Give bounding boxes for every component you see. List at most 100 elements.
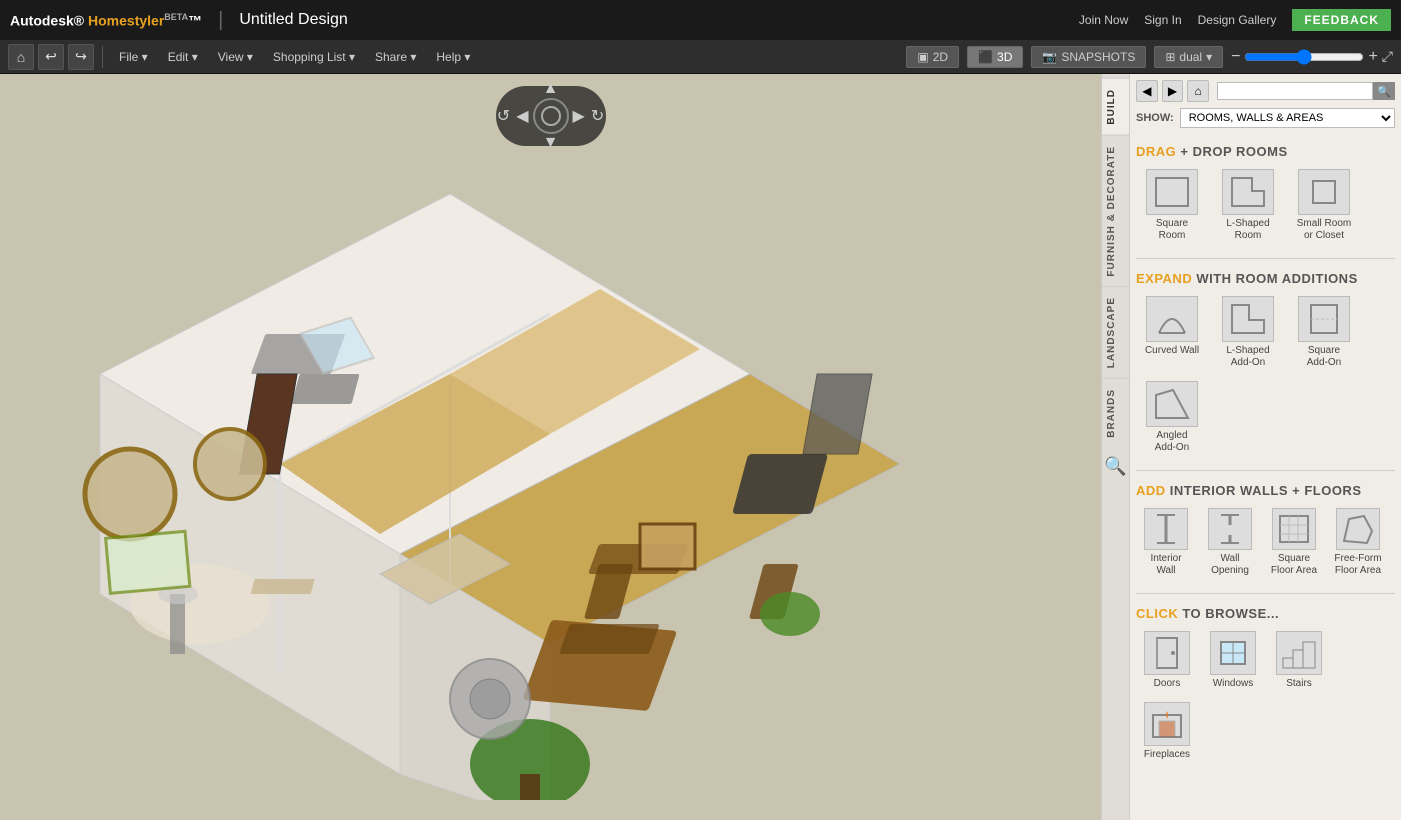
fireplaces-label: Fireplaces xyxy=(1144,749,1190,761)
click-label: CLICK xyxy=(1136,606,1178,621)
autodesk-label: Autodesk xyxy=(10,12,74,28)
zoom-slider[interactable] xyxy=(1244,49,1364,65)
small-room-label: Small Roomor Closet xyxy=(1297,218,1351,242)
homestyler-label: Homestyler xyxy=(88,12,164,28)
l-shaped-room-icon xyxy=(1222,169,1274,215)
angled-add-icon xyxy=(1146,381,1198,427)
fireplaces-icon xyxy=(1144,702,1190,746)
windows-item[interactable]: Windows xyxy=(1202,627,1264,694)
small-room-item[interactable]: Small Roomor Closet xyxy=(1288,165,1360,246)
camera-icon: 📷 xyxy=(1042,50,1057,64)
panel-forward-button[interactable]: ▶ xyxy=(1162,80,1184,102)
interior-label: INTERIOR WALLS + FLOORS xyxy=(1170,483,1362,498)
canvas-area[interactable]: ↺ ▲ ◀ ▶ ▼ ↻ xyxy=(0,74,1101,820)
l-shaped-room-item[interactable]: L-ShapedRoom xyxy=(1212,165,1284,246)
stairs-icon xyxy=(1276,631,1322,675)
join-now-link[interactable]: Join Now xyxy=(1079,13,1128,27)
dual-button[interactable]: ⊞ dual ▾ xyxy=(1154,46,1223,68)
curved-wall-item[interactable]: Curved Wall xyxy=(1136,292,1208,373)
square-floor-label: SquareFloor Area xyxy=(1271,553,1317,577)
panel-search-icon[interactable]: 🔍 xyxy=(1096,448,1134,485)
file-menu[interactable]: File ▾ xyxy=(111,46,156,68)
toolbar-separator-1 xyxy=(102,46,103,68)
rooms-label: ROOMS xyxy=(1236,144,1288,159)
l-shaped-add-item[interactable]: L-ShapedAdd-On xyxy=(1212,292,1284,373)
square-floor-item[interactable]: SquareFloor Area xyxy=(1264,504,1324,581)
browse-label: TO BROWSE... xyxy=(1182,606,1279,621)
l-shaped-add-icon xyxy=(1222,296,1274,342)
logo-autodesk: Autodesk® HomestylerBETA™ xyxy=(10,12,202,29)
doors-icon xyxy=(1144,631,1190,675)
tab-furnish[interactable]: FURNISH & DECORATE xyxy=(1102,135,1129,287)
angled-add-item[interactable]: AngledAdd-On xyxy=(1136,377,1208,458)
panel-search-submit[interactable]: 🔍 xyxy=(1373,82,1395,100)
side-tabs: BUILD FURNISH & DECORATE LANDSCAPE BRAND… xyxy=(1102,74,1130,820)
panel-search-bar: 🔍 xyxy=(1217,82,1395,100)
panel-back-button[interactable]: ◀ xyxy=(1136,80,1158,102)
stairs-label: Stairs xyxy=(1286,678,1312,690)
curved-wall-icon xyxy=(1146,296,1198,342)
undo-button[interactable]: ↩ xyxy=(38,44,64,70)
panel-content: ◀ ▶ ⌂ 🔍 SHOW: ROOMS, WALLS & AREAS WALLS… xyxy=(1130,74,1401,820)
tab-build[interactable]: BUILD xyxy=(1102,78,1129,135)
layers-icon: ⊞ xyxy=(1165,50,1175,64)
stairs-item[interactable]: Stairs xyxy=(1268,627,1330,694)
view-2d-button[interactable]: ▣ 2D xyxy=(906,46,959,68)
design-title[interactable]: Untitled Design xyxy=(239,11,348,29)
fireplaces-item[interactable]: Fireplaces xyxy=(1136,698,1198,765)
tab-landscape[interactable]: LANDSCAPE xyxy=(1102,286,1129,378)
drop-label: + DROP xyxy=(1180,144,1236,159)
redo-button[interactable]: ↪ xyxy=(68,44,94,70)
curved-wall-label: Curved Wall xyxy=(1145,345,1199,357)
expand-button[interactable]: ⤢ xyxy=(1382,48,1393,65)
square-room-item[interactable]: SquareRoom xyxy=(1136,165,1208,246)
feedback-button[interactable]: FEEDBACK xyxy=(1292,9,1391,31)
help-menu[interactable]: Help ▾ xyxy=(428,46,478,68)
wall-opening-item[interactable]: WallOpening xyxy=(1200,504,1260,581)
interior-wall-item[interactable]: InteriorWall xyxy=(1136,504,1196,581)
floors-grid: InteriorWall WallOpening xyxy=(1136,504,1395,581)
square-add-item[interactable]: SquareAdd-On xyxy=(1288,292,1360,373)
tab-brands[interactable]: BRANDS xyxy=(1102,378,1129,448)
square-add-label: SquareAdd-On xyxy=(1307,345,1341,369)
toolbar: ⌂ ↩ ↪ File ▾ Edit ▾ View ▾ Shopping List… xyxy=(0,40,1401,74)
main: ↺ ▲ ◀ ▶ ▼ ↻ xyxy=(0,74,1401,820)
floor-plan-svg xyxy=(0,74,1095,800)
view-3d-button[interactable]: ⬛ 3D xyxy=(967,46,1023,68)
zoom-out-button[interactable]: − xyxy=(1231,48,1240,66)
panel-home-button[interactable]: ⌂ xyxy=(1187,80,1209,102)
divider-2 xyxy=(1136,470,1395,471)
snapshots-button[interactable]: 📷 SNAPSHOTS xyxy=(1031,46,1146,68)
section-expand: EXPAND WITH ROOM ADDITIONS xyxy=(1136,271,1395,286)
square-floor-icon xyxy=(1272,508,1316,550)
doors-item[interactable]: Doors xyxy=(1136,627,1198,694)
home-button[interactable]: ⌂ xyxy=(8,44,34,70)
zoom-in-button[interactable]: + xyxy=(1368,48,1377,66)
angled-add-label: AngledAdd-On xyxy=(1155,430,1189,454)
interior-wall-label: InteriorWall xyxy=(1150,553,1181,577)
square-room-icon xyxy=(1146,169,1198,215)
beta-label: BETA xyxy=(164,12,188,22)
square-room-label: SquareRoom xyxy=(1156,218,1188,242)
section-add-interior: ADD INTERIOR WALLS + FLOORS xyxy=(1136,483,1395,498)
windows-icon xyxy=(1210,631,1256,675)
interior-wall-icon xyxy=(1144,508,1188,550)
topbar-right: Join Now Sign In Design Gallery FEEDBACK xyxy=(1079,9,1391,31)
view-menu[interactable]: View ▾ xyxy=(210,46,261,68)
show-select[interactable]: ROOMS, WALLS & AREAS WALLS ONLY FLOORS O… xyxy=(1180,108,1395,128)
sign-in-link[interactable]: Sign In xyxy=(1144,13,1181,27)
edit-menu[interactable]: Edit ▾ xyxy=(160,46,206,68)
free-form-floor-item[interactable]: Free-FormFloor Area xyxy=(1328,504,1388,581)
divider-3 xyxy=(1136,593,1395,594)
divider-1 xyxy=(1136,258,1395,259)
section-drag-drop: DRAG + DROP ROOMS xyxy=(1136,144,1395,159)
browse-grid: Doors Windows xyxy=(1136,627,1395,765)
topbar: Autodesk® HomestylerBETA™ | Untitled Des… xyxy=(0,0,1401,40)
rooms-grid: SquareRoom L-ShapedRoom xyxy=(1136,165,1395,246)
add-label: ADD xyxy=(1136,483,1166,498)
shopping-list-menu[interactable]: Shopping List ▾ xyxy=(265,46,363,68)
panel-search-input[interactable] xyxy=(1217,82,1373,100)
free-form-floor-icon xyxy=(1336,508,1380,550)
share-menu[interactable]: Share ▾ xyxy=(367,46,424,68)
design-gallery-link[interactable]: Design Gallery xyxy=(1198,13,1277,27)
